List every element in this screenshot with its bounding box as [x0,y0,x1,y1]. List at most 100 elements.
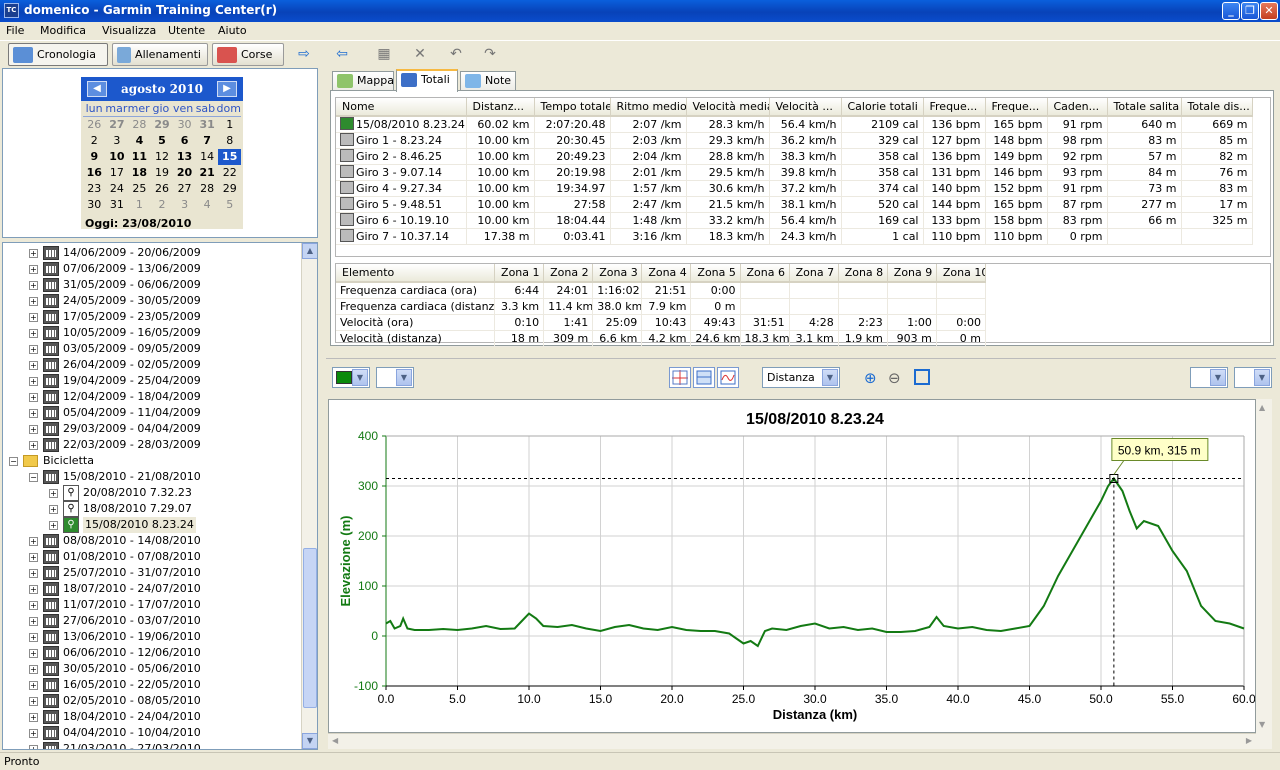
tree-week-item[interactable]: +26/04/2009 - 02/05/2009 [3,357,301,373]
tree-week-item[interactable]: +18/07/2010 - 24/07/2010 [3,581,301,597]
redo-icon[interactable]: ↷ [480,46,500,62]
calendar-day[interactable]: 2 [83,133,106,149]
allenamenti-button[interactable]: Allenamenti [112,43,208,66]
zoom-out-icon[interactable]: ⊖ [888,369,901,387]
expand-icon[interactable]: + [29,585,38,594]
tree-week-item[interactable]: +10/05/2009 - 16/05/2009 [3,325,301,341]
chart-option-select-2[interactable]: ▼ [1234,367,1272,388]
calendar-day[interactable]: 28 [196,181,219,197]
cronologia-button[interactable]: Cronologia [8,43,108,66]
tree-week-item[interactable]: +24/05/2009 - 30/05/2009 [3,293,301,309]
column-header[interactable]: Zona 7 [789,264,839,283]
expand-icon[interactable]: + [29,681,38,690]
tree-week-item[interactable]: +01/08/2010 - 07/08/2010 [3,549,301,565]
column-header[interactable]: Zona 2 [543,264,594,283]
close-button[interactable]: ✕ [1260,2,1278,20]
calendar-day[interactable]: 27 [173,181,196,197]
column-header[interactable]: Elemento [336,264,496,283]
calendar-day[interactable]: 3 [173,197,196,213]
expand-icon[interactable]: + [29,393,38,402]
calendar-day[interactable]: 8 [218,133,241,149]
lap-row[interactable]: Giro 7 - 10.37.14 17.38 m 0:03.41 3:16 /km 1… [336,228,1253,245]
calendar-day[interactable]: 4 [128,133,151,149]
calendar-day[interactable]: 1 [128,197,151,213]
next-month-button[interactable]: ▶ [217,81,237,97]
tree-activity-item[interactable]: + ⚲ 18/08/2010 7.29.07 [3,501,301,517]
calendar-day[interactable]: 28 [128,117,151,133]
column-header[interactable]: Zona 10 [936,264,987,283]
calendar-day[interactable]: 6 [173,133,196,149]
calendar-day[interactable]: 10 [106,149,129,165]
today-label[interactable]: Oggi: 23/08/2010 [81,213,243,230]
lap-row[interactable]: Giro 5 - 9.48.51 10.00 km 27:58 2:47 /km 21.… [336,196,1253,213]
lap-row[interactable]: Giro 6 - 10.19.10 10.00 km 18:04.44 1:48 /k… [336,212,1253,229]
calendar-day[interactable]: 11 [128,149,151,165]
lap-row[interactable]: Giro 2 - 8.46.25 10.00 km 20:49.23 2:04 /km… [336,148,1253,165]
calendar-day[interactable]: 3 [106,133,129,149]
calendar-day[interactable]: 19 [151,165,174,181]
expand-icon[interactable]: + [29,569,38,578]
expand-icon[interactable]: + [29,697,38,706]
tree-week-item[interactable]: +22/03/2009 - 28/03/2009 [3,437,301,453]
undo-icon[interactable]: ↶ [446,46,466,62]
tree-week-item[interactable]: +02/05/2010 - 08/05/2010 [3,693,301,709]
zone-row[interactable]: Velocità (ora) 0:10 1:41 25:09 10:43 49:43 31:… [336,314,987,331]
calendar-day[interactable]: 16 [83,165,106,181]
expand-icon[interactable]: + [49,489,58,498]
tree-folder-item[interactable]: − Bicicletta [3,453,301,469]
calendar-day[interactable]: 17 [106,165,129,181]
tree-week-item[interactable]: +31/05/2009 - 06/06/2009 [3,277,301,293]
tree-week-item[interactable]: +04/04/2010 - 10/04/2010 [3,725,301,741]
calendar-day[interactable]: 2 [151,197,174,213]
collapse-icon[interactable]: − [29,473,38,482]
expand-icon[interactable]: + [29,441,38,450]
calendar-day[interactable]: 26 [151,181,174,197]
secondary-series-select[interactable]: ▼ [376,367,414,388]
expand-icon[interactable]: + [49,505,58,514]
zoom-in-icon[interactable]: ⊕ [864,369,877,387]
menu-modifica[interactable]: Modifica [40,24,86,37]
zone-row[interactable]: Frequenza cardiaca (distanza) 3.3 km 11.4 … [336,298,987,315]
tree-week-item[interactable]: +16/05/2010 - 22/05/2010 [3,677,301,693]
tree-week-item[interactable]: +06/06/2010 - 12/06/2010 [3,645,301,661]
collapse-icon[interactable]: − [9,457,18,466]
calendar-day[interactable]: 18 [128,165,151,181]
prev-month-button[interactable]: ◀ [87,81,107,97]
tab-mappa[interactable]: Mappa [332,71,394,91]
expand-icon[interactable]: + [29,425,38,434]
elevation-chart[interactable]: 0.0 5.0 10.0 15.0 20.0 25.0 30.0 35.0 40.0 45.0 50… [328,399,1256,733]
expand-icon[interactable]: + [29,281,38,290]
column-header[interactable]: Ritmo medio [610,98,687,117]
menu-utente[interactable]: Utente [168,24,205,37]
minimize-button[interactable]: _ [1222,2,1240,20]
tree-scrollbar[interactable]: ▲ ▼ [301,243,317,749]
calendar-day[interactable]: 14 [196,149,219,165]
expand-icon[interactable]: + [49,521,58,530]
column-header[interactable]: Zona 9 [887,264,937,283]
calendar-day[interactable]: 24 [106,181,129,197]
calendar-day[interactable]: 27 [106,117,129,133]
tree-week-item[interactable]: +19/04/2009 - 25/04/2009 [3,373,301,389]
split-view-button[interactable] [693,367,715,388]
tree-week-item[interactable]: +07/06/2009 - 13/06/2009 [3,261,301,277]
column-header[interactable]: Totale salita [1107,98,1182,117]
menu-visualizza[interactable]: Visualizza [102,24,156,37]
expand-icon[interactable]: + [29,361,38,370]
scroll-thumb[interactable] [303,548,317,708]
receive-from-device-icon[interactable]: ⇦ [332,46,352,62]
tree-week-item[interactable]: +03/05/2009 - 09/05/2009 [3,341,301,357]
column-header[interactable]: Calorie totali [841,98,924,117]
tree-activity-item[interactable]: + ⚲ 20/08/2010 7.32.23 [3,485,301,501]
expand-icon[interactable]: + [29,329,38,338]
corse-button[interactable]: Corse [212,43,284,66]
calendar-day[interactable]: 26 [83,117,106,133]
expand-icon[interactable]: + [29,313,38,322]
menu-aiuto[interactable]: Aiuto [218,24,247,37]
expand-icon[interactable]: + [29,265,38,274]
lap-row[interactable]: Giro 3 - 9.07.14 10.00 km 20:19.98 2:01 /km… [336,164,1253,181]
tree-week-item[interactable]: +12/04/2009 - 18/04/2009 [3,389,301,405]
chart-vertical-scrollbar[interactable]: ▲ ▼ [1256,399,1272,749]
expand-icon[interactable]: + [29,345,38,354]
tree-week-item[interactable]: +11/07/2010 - 17/07/2010 [3,597,301,613]
tree-week-item[interactable]: +29/03/2009 - 04/04/2009 [3,421,301,437]
